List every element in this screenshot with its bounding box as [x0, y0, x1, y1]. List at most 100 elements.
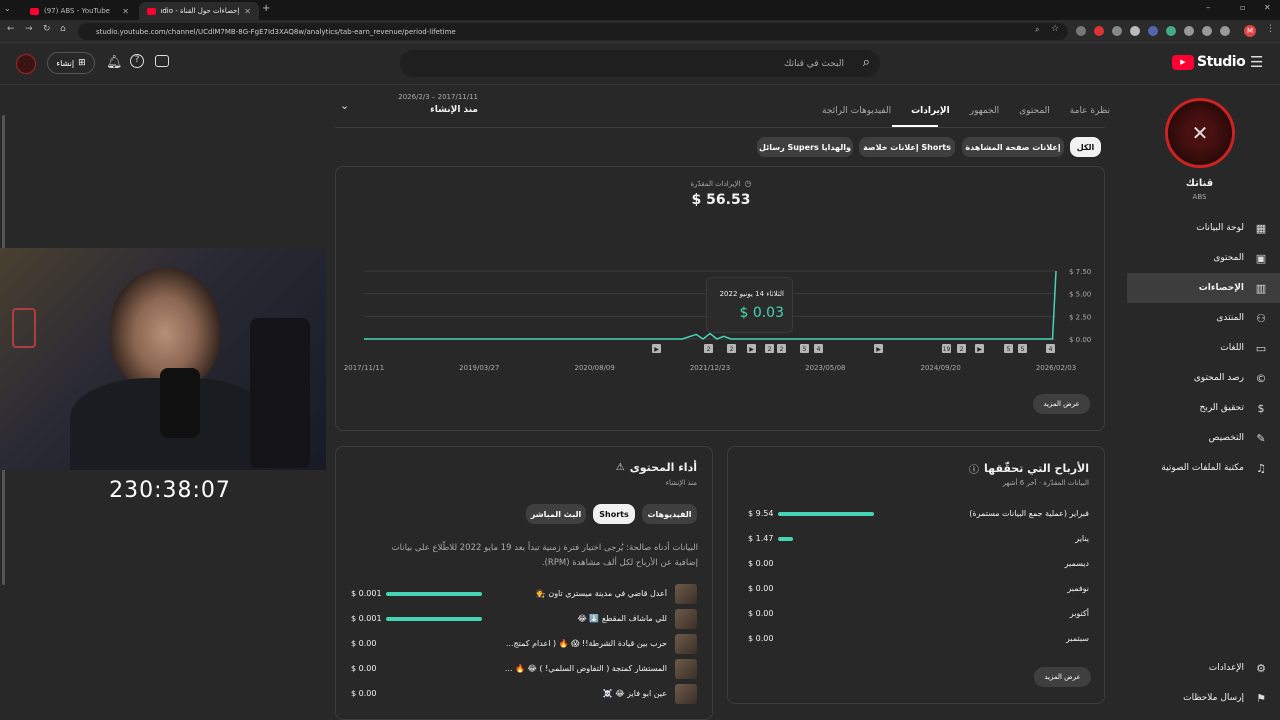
- forward-icon[interactable]: →: [25, 24, 33, 34]
- extension-icon[interactable]: [1148, 26, 1158, 36]
- y-tick-label: $ 2.50: [1069, 313, 1091, 321]
- address-bar: ← → ↻ ⌂ studio.youtube.com/channel/UCdlM…: [0, 20, 1280, 43]
- video-thumbnail[interactable]: [675, 634, 697, 654]
- zoom-icon[interactable]: ⌕: [1035, 25, 1039, 35]
- create-button[interactable]: إنشاء ⊞: [47, 52, 95, 74]
- rpm-note: البيانات أدناه صالحة: يُرجى اختيار فترة …: [391, 543, 698, 568]
- revenue-label-row: الإيرادات المقدّرة ◷: [666, 179, 776, 188]
- performance-subtitle: منذ الإنشاء: [665, 479, 697, 487]
- reload-icon[interactable]: ↻: [43, 24, 51, 34]
- chevron-down-icon[interactable]: ⌄: [340, 99, 349, 112]
- timeline-marker-label: ▶: [977, 346, 982, 353]
- earnings-month: فبراير (عملية جمع البيانات مستمرة): [969, 509, 1089, 518]
- video-title[interactable]: عين ابو فايز 😂 ☠️: [603, 689, 667, 698]
- sidebar-item-subtitles[interactable]: اللغات ▭: [1127, 333, 1280, 363]
- browser-tab-studio[interactable]: إحصاءات حول القناة - YouTube Studio ✕: [139, 2, 259, 20]
- earnings-month: نوفمبر: [1067, 584, 1089, 593]
- sidebar-item-dashboard[interactable]: لوحة البيانات ▦: [1127, 213, 1280, 243]
- sidebar-item-audio-library[interactable]: مكتبة الملفات الصوتية ♫: [1127, 453, 1280, 483]
- close-tab-icon[interactable]: ✕: [244, 7, 251, 16]
- chip-watch-page-ads[interactable]: إعلانات صفحة المشاهدة: [962, 137, 1064, 157]
- studio-favicon-icon: [147, 7, 156, 15]
- chip-shorts[interactable]: Shorts: [593, 504, 635, 524]
- sidebar-item-analytics[interactable]: الإحصاءات ▥: [1127, 273, 1280, 303]
- chip-videos[interactable]: الفيديوهات: [642, 504, 697, 524]
- notifications-bell-icon[interactable]: 🔔︎: [106, 55, 123, 70]
- timeline-marker-label: 2: [707, 346, 711, 353]
- browser-tab-bar: ⌄ (97) ABS - YouTube ✕ إحصاءات حول القنا…: [0, 0, 1280, 20]
- extension-icon[interactable]: [1094, 26, 1104, 36]
- extension-icon[interactable]: [1220, 26, 1230, 36]
- profile-avatar[interactable]: M: [1244, 25, 1256, 37]
- help-icon[interactable]: ?: [130, 54, 144, 68]
- home-icon[interactable]: ⌂: [60, 24, 66, 34]
- sidebar-item-copyright[interactable]: رصد المحتوى ©: [1127, 363, 1280, 393]
- sidebar-item-feedback[interactable]: إرسال ملاحظات ⚑: [1127, 683, 1280, 713]
- tab-list-icon[interactable]: ⌄: [4, 4, 11, 13]
- sidebar-item-monetization[interactable]: تحقيق الربح $: [1127, 393, 1280, 423]
- video-title[interactable]: المستشار كمتجة ( التفاوض السلمي! ) 😂 🔥 .…: [505, 664, 667, 673]
- y-tick-label: $ 7.50: [1069, 268, 1091, 276]
- warning-icon[interactable]: ⚠: [616, 462, 625, 473]
- tabs-divider: [335, 127, 1105, 128]
- x-tick-label: 2024/09/20: [920, 364, 960, 372]
- earnings-title: الأرباح التي تحقّقها: [984, 462, 1089, 475]
- tab-overview[interactable]: نظرة عامة: [1070, 106, 1110, 126]
- studio-logo[interactable]: ▶ Studio: [1172, 54, 1246, 70]
- search-bar[interactable]: البحث في قناتك ⌕: [400, 50, 880, 77]
- back-icon[interactable]: ←: [7, 24, 15, 34]
- tab-trending[interactable]: الفيديوهات الرائجة: [822, 106, 891, 126]
- chip-shorts-feed-ads[interactable]: إعلانات خلاصة Shorts: [859, 137, 955, 157]
- earnings-month: سبتمبر: [1066, 634, 1089, 643]
- video-thumbnail[interactable]: [675, 684, 697, 704]
- sidebar-item-customization[interactable]: التخصيص ✎: [1127, 423, 1280, 453]
- video-thumbnail[interactable]: [675, 659, 697, 679]
- feedback-icon[interactable]: [155, 55, 169, 67]
- extension-icon[interactable]: [1184, 26, 1194, 36]
- sidebar-item-settings[interactable]: الإعدادات ⚙: [1127, 653, 1280, 683]
- content-performance-card: ⚠ أداء المحتوى منذ الإنشاء الفيديوهات Sh…: [335, 446, 713, 720]
- earnings-show-more-button[interactable]: عرض المزيد: [1034, 667, 1091, 687]
- chart-tooltip: الثلاثاء 14 يونيو 2022 $ 0.03: [706, 277, 793, 333]
- video-title[interactable]: حرب بين قيادة الشرطة!! 😱 🔥 ( اعدام كمتج.…: [506, 639, 667, 648]
- new-tab-button[interactable]: +: [262, 3, 270, 14]
- channel-avatar-small[interactable]: [16, 54, 36, 74]
- extension-icon[interactable]: [1202, 26, 1212, 36]
- chip-all[interactable]: الكل: [1070, 137, 1101, 157]
- revenue-label: الإيرادات المقدّرة: [690, 179, 741, 188]
- hamburger-menu-icon[interactable]: ☰: [1250, 53, 1263, 71]
- timeline-marker-label: ▶: [749, 346, 754, 353]
- channel-avatar-large[interactable]: ✕: [1165, 98, 1235, 168]
- video-thumbnail[interactable]: [675, 609, 697, 629]
- show-more-button[interactable]: عرض المزيد: [1033, 394, 1090, 414]
- search-input[interactable]: البحث في قناتك: [784, 59, 844, 69]
- close-window-icon[interactable]: ✕: [1264, 3, 1271, 12]
- search-icon[interactable]: ⌕: [863, 55, 870, 70]
- tab-content[interactable]: المحتوى: [1019, 106, 1050, 126]
- close-tab-icon[interactable]: ✕: [122, 7, 129, 16]
- minimize-icon[interactable]: –: [1206, 3, 1211, 13]
- info-icon[interactable]: ⓘ: [969, 461, 979, 476]
- earnings-value: $ 0.00: [748, 634, 774, 643]
- extension-icon[interactable]: [1166, 26, 1176, 36]
- url-field[interactable]: studio.youtube.com/channel/UCdlM7MB-8G-F…: [78, 23, 1068, 40]
- tooltip-date: الثلاثاء 14 يونيو 2022: [719, 290, 784, 298]
- subtitles-icon: ▭: [1255, 341, 1267, 355]
- extension-icon[interactable]: [1076, 26, 1086, 36]
- sidebar-item-content[interactable]: المحتوى ▣: [1127, 243, 1280, 273]
- extension-icon[interactable]: [1112, 26, 1122, 36]
- sidebar-item-community[interactable]: المنتدى ⚇: [1127, 303, 1280, 333]
- maximize-icon[interactable]: ▫: [1240, 3, 1245, 12]
- bookmark-star-icon[interactable]: ☆: [1051, 24, 1059, 34]
- video-title[interactable]: أعدل قاضي في مدينة ميستري تاون 🧑‍⚖️: [536, 589, 667, 598]
- date-range-picker[interactable]: 2026/2/3 – 2017/11/11 منذ الإنشاء ⌄: [336, 92, 481, 120]
- video-thumbnail[interactable]: [675, 584, 697, 604]
- browser-menu-icon[interactable]: ⋮: [1266, 24, 1275, 34]
- tab-revenue[interactable]: الإيرادات: [911, 106, 950, 126]
- chip-live[interactable]: البث المباشر: [526, 504, 586, 524]
- browser-tab-youtube[interactable]: (97) ABS - YouTube ✕: [22, 2, 137, 20]
- chip-supers-gifts[interactable]: رسائل Supers والهدايا: [757, 137, 853, 157]
- tab-audience[interactable]: الجمهور: [970, 106, 999, 126]
- video-title[interactable]: للي ماشاف المقطع ⬇️ 😂: [577, 614, 667, 623]
- extension-icon[interactable]: [1130, 26, 1140, 36]
